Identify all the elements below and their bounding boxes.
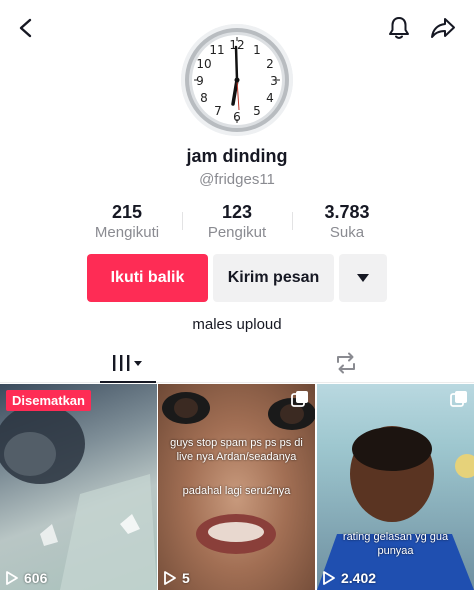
svg-text:10: 10 bbox=[196, 57, 211, 71]
share-button[interactable] bbox=[428, 13, 458, 43]
more-options-button[interactable] bbox=[339, 254, 387, 302]
profile-avatar[interactable]: 12 1 2 3 4 5 6 7 8 9 10 11 bbox=[181, 24, 293, 136]
stat-likes[interactable]: 3.783 Suka bbox=[292, 202, 402, 241]
tab-videos[interactable] bbox=[100, 343, 156, 383]
video-caption: guys stop spam ps ps ps di live nya Arda… bbox=[170, 437, 303, 463]
view-count-value: 2.402 bbox=[341, 570, 377, 586]
send-message-button[interactable]: Kirim pesan bbox=[213, 254, 334, 302]
stat-following-value: 215 bbox=[111, 202, 143, 222]
profile-stats: 215 Mengikuti 123 Pengikut 3.783 Suka bbox=[0, 202, 474, 242]
view-count: 2.402 bbox=[323, 570, 376, 586]
caret-down-icon bbox=[357, 274, 369, 282]
chevron-left-icon bbox=[19, 18, 32, 38]
profile-bio: males uploud bbox=[192, 316, 282, 333]
notification-bell-button[interactable] bbox=[384, 13, 414, 43]
svg-text:2: 2 bbox=[266, 57, 274, 71]
video-tile[interactable]: rating gelasan yg gua punyaa 2.402 bbox=[317, 384, 474, 590]
svg-text:7: 7 bbox=[214, 104, 222, 118]
video-thumbnail-image bbox=[0, 404, 157, 590]
svg-text:9: 9 bbox=[196, 74, 204, 88]
play-icon bbox=[6, 571, 18, 585]
svg-text:1: 1 bbox=[253, 43, 261, 57]
wall-clock-icon: 12 1 2 3 4 5 6 7 8 9 10 11 bbox=[181, 24, 293, 136]
svg-text:3: 3 bbox=[270, 74, 278, 88]
stat-likes-label: Suka bbox=[329, 224, 365, 241]
view-count: 606 bbox=[6, 570, 47, 586]
svg-text:11: 11 bbox=[209, 43, 224, 57]
pinned-badge: Disematkan bbox=[6, 390, 91, 411]
stat-followers-label: Pengikut bbox=[207, 224, 267, 241]
multi-photo-icon bbox=[450, 391, 467, 407]
follow-back-button[interactable]: Ikuti balik bbox=[87, 254, 208, 302]
stat-following-label: Mengikuti bbox=[94, 224, 160, 241]
stat-following[interactable]: 215 Mengikuti bbox=[72, 202, 182, 241]
play-icon bbox=[323, 571, 335, 585]
video-caption-secondary: padahal lagi seru2nya bbox=[182, 485, 291, 497]
play-icon bbox=[164, 571, 176, 585]
svg-text:4: 4 bbox=[266, 91, 274, 105]
tab-reposts[interactable] bbox=[318, 343, 374, 383]
view-count-value: 5 bbox=[182, 570, 190, 586]
username: @fridges11 bbox=[199, 171, 275, 188]
display-name: jam dinding bbox=[186, 146, 288, 166]
repost-icon bbox=[337, 352, 355, 374]
view-count: 5 bbox=[164, 570, 190, 586]
video-caption: rating gelasan yg gua punyaa bbox=[342, 531, 449, 557]
svg-text:5: 5 bbox=[253, 104, 261, 118]
video-tile[interactable]: guys stop spam ps ps ps di live nya Arda… bbox=[158, 384, 315, 590]
view-count-value: 606 bbox=[24, 570, 48, 586]
active-tab-indicator bbox=[100, 381, 156, 383]
video-thumbnail-image bbox=[317, 426, 474, 590]
svg-text:6: 6 bbox=[233, 110, 241, 124]
content-tabs bbox=[0, 343, 474, 383]
stat-likes-value: 3.783 bbox=[324, 202, 370, 222]
video-tile[interactable]: Disematkan 606 bbox=[0, 384, 157, 590]
share-arrow-icon bbox=[431, 18, 455, 38]
back-button[interactable] bbox=[12, 14, 40, 42]
svg-text:8: 8 bbox=[200, 91, 208, 105]
stat-followers-value: 123 bbox=[221, 202, 253, 222]
video-grid: Disematkan 606 guys stop spam ps ps ps d… bbox=[0, 384, 474, 590]
multi-photo-icon bbox=[291, 391, 308, 407]
bell-icon bbox=[389, 17, 409, 39]
stat-followers[interactable]: 123 Pengikut bbox=[182, 202, 292, 241]
grid-bars-icon bbox=[113, 355, 142, 371]
